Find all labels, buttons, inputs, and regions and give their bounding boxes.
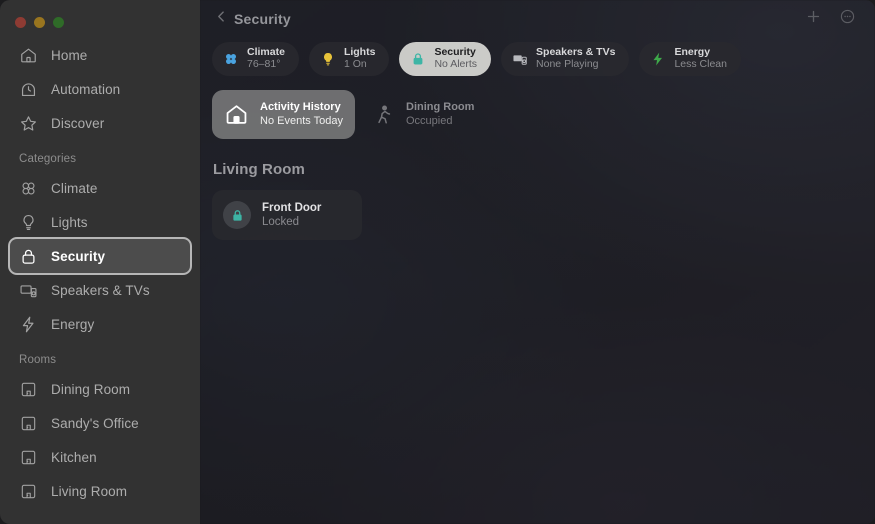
back-button[interactable] <box>210 8 232 30</box>
sidebar-item-label: Automation <box>51 81 121 97</box>
tv-speaker-icon <box>19 281 38 300</box>
lock-icon <box>19 247 38 266</box>
bulb-icon <box>19 213 38 232</box>
bolt-icon <box>19 315 38 334</box>
pill-subtitle: 1 On <box>343 58 367 70</box>
pill-subtitle: Less Clean <box>674 58 727 70</box>
sidebar-item-speakers-tvs[interactable]: Speakers & TVs <box>10 273 190 307</box>
bolt-icon <box>650 51 666 67</box>
main-content: Security Climate 76–81° Lights 1 On Secu… <box>200 0 875 524</box>
close-window-button[interactable] <box>15 16 26 28</box>
sidebar-item-label: Speakers & TVs <box>51 282 150 298</box>
window-traffic-lights <box>0 0 200 32</box>
pill-subtitle: None Playing <box>536 58 599 70</box>
status-pill-speakers-tvs[interactable]: Speakers & TVs None Playing <box>501 42 630 76</box>
room-section-heading: Living Room <box>213 161 305 178</box>
device-tile-front-door[interactable]: Front Door Locked <box>212 190 362 240</box>
status-pill-row: Climate 76–81° Lights 1 On Security No A… <box>200 38 875 76</box>
sidebar-item-home[interactable]: Home <box>10 38 190 72</box>
sidebar-item-label: Energy <box>51 316 95 332</box>
room-icon <box>19 380 38 399</box>
star-icon <box>19 114 38 133</box>
sidebar-item-label: Security <box>51 248 106 264</box>
pill-subtitle: 76–81° <box>247 58 281 70</box>
sidebar: Home Automation Discover Categories Clim… <box>0 0 200 524</box>
sidebar-item-lights[interactable]: Lights <box>10 205 190 239</box>
status-pill-energy[interactable]: Energy Less Clean <box>639 42 741 76</box>
sidebar-item-kitchen[interactable]: Kitchen <box>10 440 190 474</box>
room-icon <box>19 414 38 433</box>
chevron-left-icon <box>215 10 228 28</box>
sidebar-item-label: Home <box>51 47 88 63</box>
sidebar-item-security[interactable]: Security <box>10 239 190 273</box>
walking-person-icon <box>373 104 395 126</box>
activity-subtitle: No Events Today <box>260 114 343 127</box>
sidebar-item-climate[interactable]: Climate <box>10 171 190 205</box>
app-window: Home Automation Discover Categories Clim… <box>0 0 875 524</box>
page-title: Security <box>234 11 291 27</box>
device-subtitle: Locked <box>262 216 300 228</box>
lock-icon <box>223 201 251 229</box>
sidebar-item-label: Living Room <box>51 483 128 499</box>
lock-icon <box>410 51 426 67</box>
sidebar-item-label: Kitchen <box>51 449 97 465</box>
sidebar-item-discover[interactable]: Discover <box>10 106 190 140</box>
zoom-window-button[interactable] <box>53 16 64 28</box>
home-filled-icon <box>224 102 249 127</box>
fan-icon <box>19 179 38 198</box>
sidebar-section-rooms: Rooms <box>19 354 57 366</box>
bulb-icon <box>320 51 336 67</box>
sidebar-item-energy[interactable]: Energy <box>10 307 190 341</box>
sidebar-item-living-room[interactable]: Living Room <box>10 474 190 508</box>
more-circle-icon <box>839 8 856 30</box>
more-options-button[interactable] <box>835 7 859 31</box>
fan-icon <box>223 51 239 67</box>
automation-clock-icon <box>19 80 38 99</box>
sidebar-item-label: Dining Room <box>51 381 131 397</box>
sidebar-item-automation[interactable]: Automation <box>10 72 190 106</box>
sidebar-item-label: Lights <box>51 214 88 230</box>
home-icon <box>19 46 38 65</box>
motion-subtitle: Occupied <box>406 114 453 127</box>
room-icon <box>19 448 38 467</box>
motion-sensor-item[interactable]: Dining Room Occupied <box>363 90 484 139</box>
activity-row: Activity History No Events Today Dining … <box>200 76 875 139</box>
activity-history-card[interactable]: Activity History No Events Today <box>212 90 355 139</box>
room-icon <box>19 482 38 501</box>
activity-title: Activity History <box>260 100 341 113</box>
sidebar-item-label: Climate <box>51 180 98 196</box>
status-pill-lights[interactable]: Lights 1 On <box>308 42 390 76</box>
pill-subtitle: No Alerts <box>434 58 478 70</box>
status-pill-climate[interactable]: Climate 76–81° <box>212 42 299 76</box>
toolbar: Security <box>200 0 875 38</box>
motion-title: Dining Room <box>406 100 475 113</box>
device-title: Front Door <box>262 201 322 214</box>
status-pill-security[interactable]: Security No Alerts <box>399 42 492 76</box>
add-button[interactable] <box>801 7 825 31</box>
tv-speaker-icon <box>512 51 528 67</box>
sidebar-item-sandys-office[interactable]: Sandy's Office <box>10 406 190 440</box>
minimize-window-button[interactable] <box>34 16 45 28</box>
sidebar-item-label: Sandy's Office <box>51 415 139 431</box>
sidebar-nav: Home Automation Discover Categories Clim… <box>0 32 200 508</box>
sidebar-item-label: Discover <box>51 115 105 131</box>
sidebar-section-categories: Categories <box>19 153 77 165</box>
device-tile-grid: Front Door Locked <box>200 178 875 240</box>
sidebar-item-dining-room[interactable]: Dining Room <box>10 372 190 406</box>
add-icon <box>805 8 822 30</box>
